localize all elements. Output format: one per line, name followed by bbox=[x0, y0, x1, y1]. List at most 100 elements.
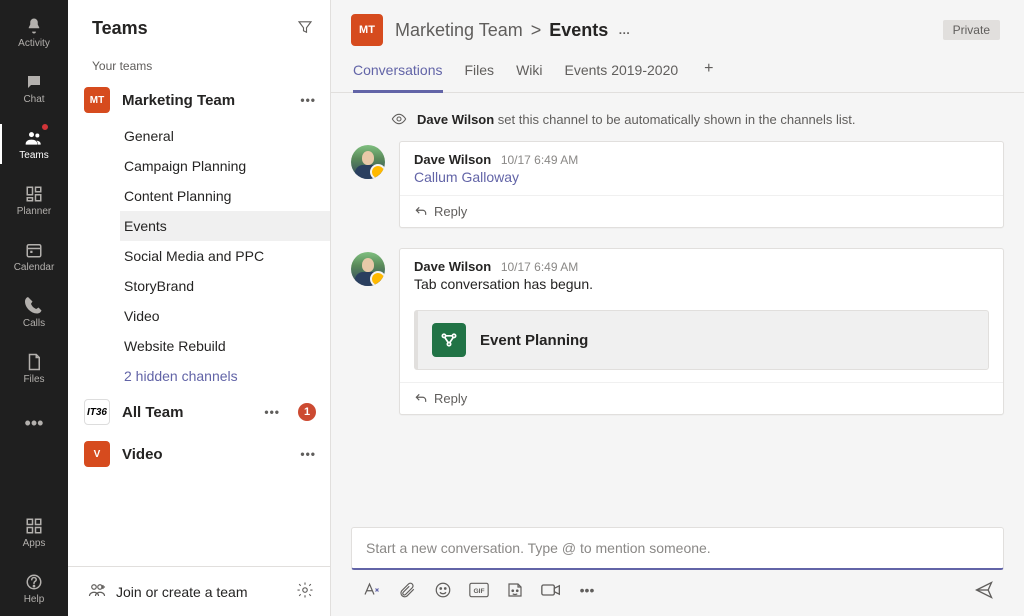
send-button[interactable] bbox=[974, 580, 994, 600]
channel-content-planning[interactable]: Content Planning bbox=[120, 181, 330, 211]
message-author[interactable]: Dave Wilson bbox=[414, 152, 491, 167]
settings-button[interactable] bbox=[296, 581, 314, 602]
calendar-icon bbox=[25, 240, 43, 260]
file-icon bbox=[25, 352, 43, 372]
meet-button[interactable] bbox=[541, 580, 561, 600]
message-card: Dave Wilson 10/17 6:49 AM Tab conversati… bbox=[399, 248, 1004, 415]
avatar[interactable] bbox=[351, 145, 385, 179]
reply-button[interactable]: Reply bbox=[400, 195, 1003, 227]
sticker-button[interactable] bbox=[505, 580, 525, 600]
breadcrumb-team[interactable]: Marketing Team bbox=[395, 20, 523, 41]
planner-icon bbox=[432, 323, 466, 357]
private-badge: Private bbox=[943, 20, 1000, 40]
add-tab-button[interactable]: + bbox=[700, 60, 717, 88]
rail-calendar-label: Calendar bbox=[14, 262, 55, 273]
app-rail: Activity Chat Teams Planner Calendar Cal… bbox=[0, 0, 68, 616]
channel-video[interactable]: Video bbox=[120, 301, 330, 331]
channel-storybrand[interactable]: StoryBrand bbox=[120, 271, 330, 301]
channel-social-media[interactable]: Social Media and PPC bbox=[120, 241, 330, 271]
join-create-team-link[interactable]: Join or create a team bbox=[116, 584, 248, 600]
tab-conversations[interactable]: Conversations bbox=[353, 56, 443, 93]
channel-more-button[interactable]: … bbox=[618, 23, 631, 37]
channel-website-rebuild[interactable]: Website Rebuild bbox=[120, 331, 330, 361]
rail-teams[interactable]: Teams bbox=[0, 116, 68, 172]
team-name: Marketing Team bbox=[122, 92, 235, 109]
team-video[interactable]: V Video ••• bbox=[68, 433, 330, 475]
attachment-title: Event Planning bbox=[480, 332, 588, 349]
breadcrumb: Marketing Team > Events … bbox=[395, 20, 631, 41]
message-author[interactable]: Dave Wilson bbox=[414, 259, 491, 274]
svg-text:GIF: GIF bbox=[473, 588, 484, 595]
message-body: Tab conversation has begun. bbox=[400, 276, 1003, 302]
breadcrumb-sep: > bbox=[531, 20, 542, 41]
notification-badge: 1 bbox=[298, 403, 316, 421]
chat-icon bbox=[25, 72, 43, 92]
hidden-channels-link[interactable]: 2 hidden channels bbox=[120, 361, 330, 391]
phone-icon bbox=[25, 296, 43, 316]
compose-toolbar: GIF ••• bbox=[351, 570, 1004, 602]
apps-icon bbox=[25, 516, 43, 536]
rail-chat[interactable]: Chat bbox=[0, 60, 68, 116]
rail-files[interactable]: Files bbox=[0, 340, 68, 396]
tab-wiki[interactable]: Wiki bbox=[516, 56, 542, 93]
breadcrumb-channel: Events bbox=[549, 20, 608, 41]
message-timestamp: 10/17 6:49 AM bbox=[501, 153, 578, 167]
tab-files[interactable]: Files bbox=[465, 56, 495, 93]
channel-header: MT Marketing Team > Events … Private bbox=[331, 0, 1024, 46]
message-card: Dave Wilson 10/17 6:49 AM Callum Gallowa… bbox=[399, 141, 1004, 228]
team-logo-icon: V bbox=[84, 441, 110, 467]
rail-help-label: Help bbox=[24, 594, 45, 605]
rail-activity[interactable]: Activity bbox=[0, 4, 68, 60]
channel-general[interactable]: General bbox=[120, 121, 330, 151]
header-team-logo-icon: MT bbox=[351, 14, 383, 46]
rail-more[interactable]: ••• bbox=[0, 396, 68, 452]
rail-planner[interactable]: Planner bbox=[0, 172, 68, 228]
rail-calls[interactable]: Calls bbox=[0, 284, 68, 340]
team-logo-icon: IT36 bbox=[84, 399, 110, 425]
attach-button[interactable] bbox=[397, 580, 417, 600]
sidebar-title: Teams bbox=[92, 18, 148, 39]
team-all-team[interactable]: IT36 All Team ••• 1 bbox=[68, 391, 330, 433]
emoji-button[interactable] bbox=[433, 580, 453, 600]
team-marketing-team[interactable]: MT Marketing Team ••• bbox=[68, 79, 330, 121]
ellipsis-icon: ••• bbox=[25, 413, 44, 433]
mention-link[interactable]: Callum Galloway bbox=[414, 169, 519, 185]
message-group: Dave Wilson 10/17 6:49 AM Tab conversati… bbox=[351, 248, 1004, 415]
main-content: MT Marketing Team > Events … Private Con… bbox=[331, 0, 1024, 616]
tab-events-2019-2020[interactable]: Events 2019-2020 bbox=[565, 56, 679, 93]
rail-apps[interactable]: Apps bbox=[0, 504, 68, 560]
filter-button[interactable] bbox=[296, 18, 314, 39]
reply-arrow-icon bbox=[414, 392, 428, 406]
compose-input[interactable]: Start a new conversation. Type @ to ment… bbox=[351, 527, 1004, 570]
planner-icon bbox=[25, 184, 43, 204]
channel-events[interactable]: Events bbox=[120, 211, 330, 241]
team-more-button[interactable]: ••• bbox=[300, 447, 316, 461]
avatar[interactable] bbox=[351, 252, 385, 286]
format-button[interactable] bbox=[361, 580, 381, 600]
reply-arrow-icon bbox=[414, 205, 428, 219]
message-timestamp: 10/17 6:49 AM bbox=[501, 260, 578, 274]
add-team-icon bbox=[88, 581, 106, 602]
message-group: Dave Wilson 10/17 6:49 AM Callum Gallowa… bbox=[351, 141, 1004, 228]
system-message: Dave Wilson set this channel to be autom… bbox=[351, 107, 1004, 141]
reply-label: Reply bbox=[434, 204, 467, 219]
more-actions-button[interactable]: ••• bbox=[577, 580, 597, 600]
your-teams-label: Your teams bbox=[68, 53, 330, 79]
help-icon bbox=[25, 572, 43, 592]
rail-calendar[interactable]: Calendar bbox=[0, 228, 68, 284]
rail-calls-label: Calls bbox=[23, 318, 45, 329]
compose-area: Start a new conversation. Type @ to ment… bbox=[331, 519, 1024, 616]
team-more-button[interactable]: ••• bbox=[264, 405, 280, 419]
team-more-button[interactable]: ••• bbox=[300, 93, 316, 107]
reply-button[interactable]: Reply bbox=[400, 382, 1003, 414]
rail-chat-label: Chat bbox=[23, 94, 44, 105]
team-name: All Team bbox=[122, 404, 183, 421]
rail-apps-label: Apps bbox=[23, 538, 46, 549]
channels-list: General Campaign Planning Content Planni… bbox=[68, 121, 330, 391]
channel-campaign-planning[interactable]: Campaign Planning bbox=[120, 151, 330, 181]
attachment-card[interactable]: Event Planning bbox=[414, 310, 989, 370]
conversation-feed: Dave Wilson set this channel to be autom… bbox=[331, 93, 1024, 519]
gif-button[interactable]: GIF bbox=[469, 580, 489, 600]
rail-help[interactable]: Help bbox=[0, 560, 68, 616]
rail-planner-label: Planner bbox=[17, 206, 51, 217]
